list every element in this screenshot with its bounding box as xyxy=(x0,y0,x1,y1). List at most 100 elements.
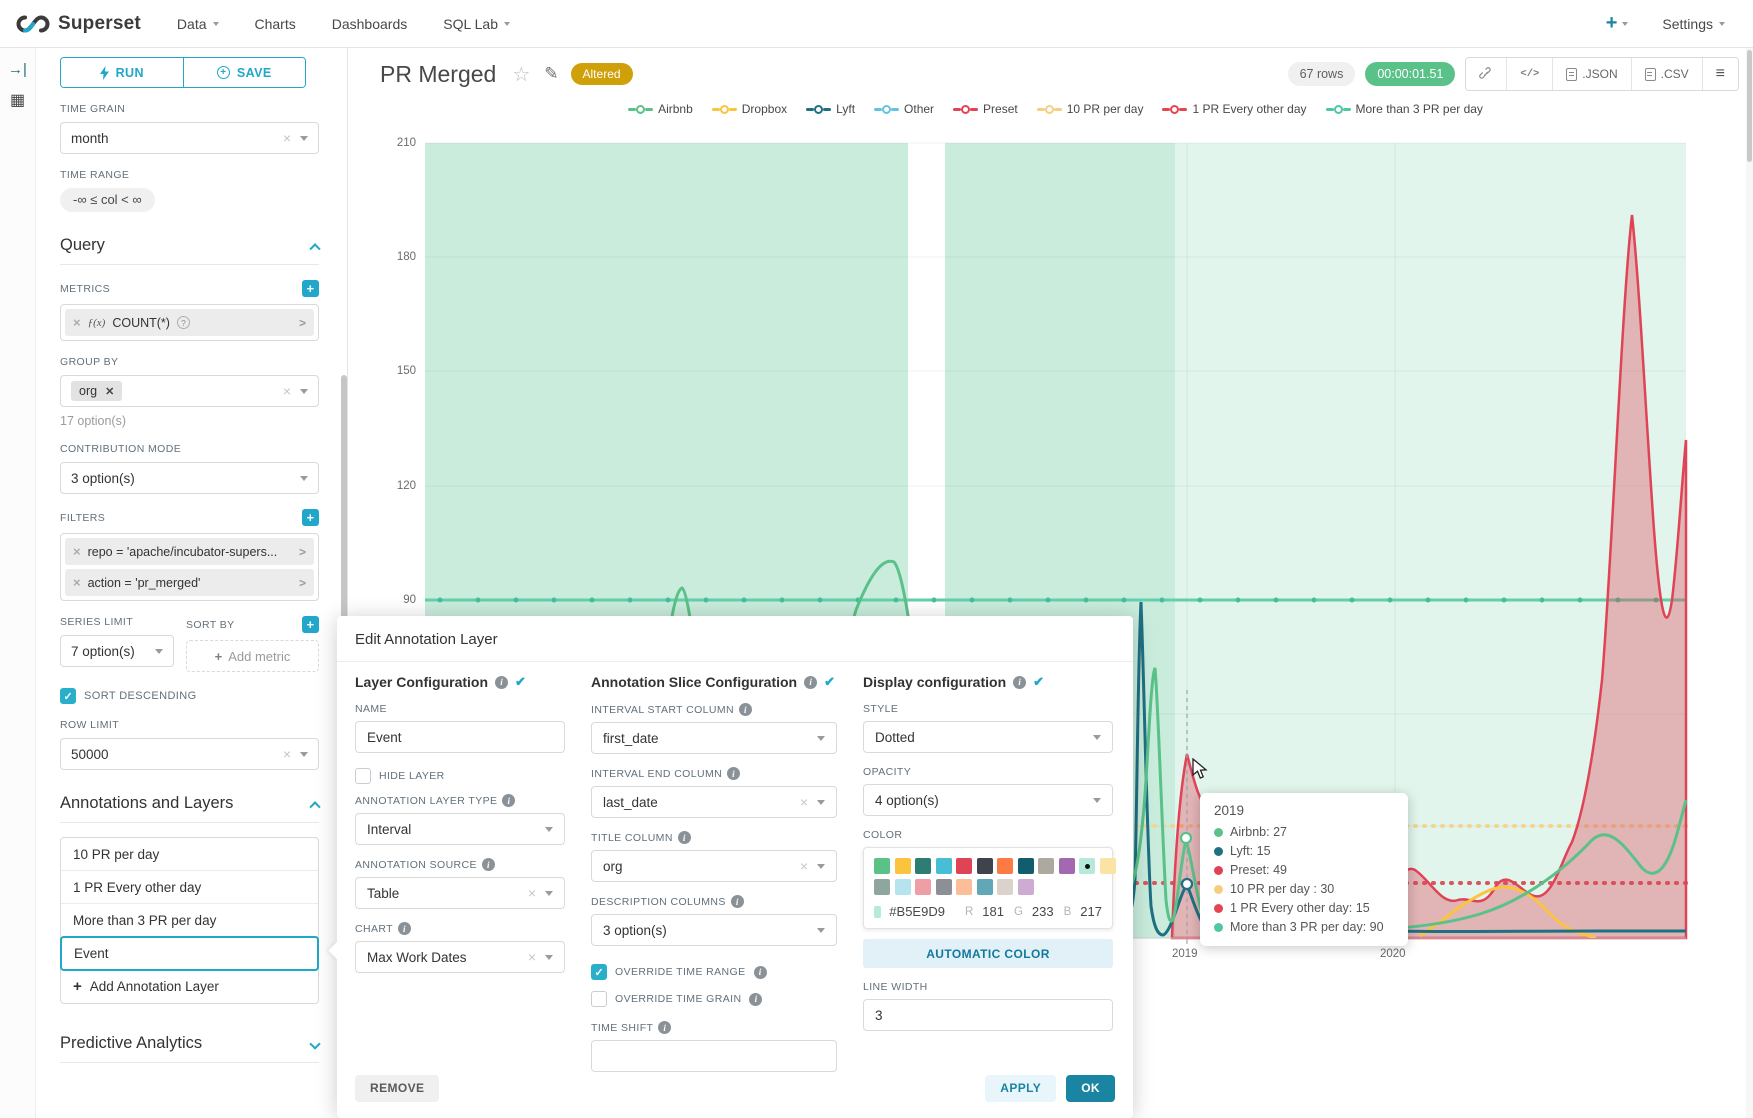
expand-caret-icon[interactable]: > xyxy=(299,545,306,559)
checkbox-unchecked-icon[interactable] xyxy=(355,768,371,784)
legend-item[interactable]: More than 3 PR per day xyxy=(1326,102,1483,116)
annotation-layer-item[interactable]: More than 3 PR per day xyxy=(61,904,318,937)
filter-chip[interactable]: × action = 'pr_merged' > xyxy=(65,569,314,596)
annotation-layer-item[interactable]: 10 PR per day xyxy=(61,838,318,871)
info-icon[interactable]: i xyxy=(731,895,744,908)
export-json-button[interactable]: .JSON xyxy=(1553,58,1631,90)
remove-icon[interactable]: × xyxy=(73,575,81,590)
line-width-input[interactable]: 3 xyxy=(863,999,1113,1031)
annotation-layer-item[interactable]: 1 PR Every other day xyxy=(61,871,318,904)
info-icon[interactable]: i xyxy=(398,922,411,935)
group-by-select[interactable]: org✕ × xyxy=(60,375,319,407)
color-swatch[interactable] xyxy=(874,879,890,895)
clear-icon[interactable]: × xyxy=(283,130,291,146)
checkbox-unchecked-icon[interactable] xyxy=(591,991,607,1007)
add-sort-metric-button[interactable]: + xyxy=(302,616,319,633)
g-value[interactable]: 233 xyxy=(1032,904,1054,919)
clear-icon[interactable]: × xyxy=(283,383,291,399)
nav-item-sqllab[interactable]: SQL Lab xyxy=(443,16,510,32)
clear-icon[interactable]: × xyxy=(528,949,536,965)
title-column-select[interactable]: org × xyxy=(591,850,837,882)
info-icon[interactable]: i xyxy=(749,993,762,1006)
nav-item-charts[interactable]: Charts xyxy=(255,16,296,32)
favorite-star-icon[interactable]: ☆ xyxy=(512,62,530,87)
sort-by-input[interactable]: +Add metric xyxy=(186,640,319,672)
info-icon[interactable]: i xyxy=(678,831,691,844)
filter-chip[interactable]: × repo = 'apache/incubator-supers... > xyxy=(65,538,314,565)
description-columns-select[interactable]: 3 option(s) xyxy=(591,914,837,946)
legend-item[interactable]: 10 PR per day xyxy=(1037,102,1144,116)
add-metric-button[interactable]: + xyxy=(302,280,319,297)
annotation-source-select[interactable]: Table × xyxy=(355,877,565,909)
info-icon[interactable]: i xyxy=(727,767,740,780)
clear-icon[interactable]: × xyxy=(800,858,808,874)
query-section-header[interactable]: Query xyxy=(60,236,319,255)
info-icon[interactable]: i xyxy=(739,703,752,716)
group-by-chip[interactable]: org✕ xyxy=(71,381,122,401)
color-swatch[interactable] xyxy=(895,879,911,895)
color-swatch[interactable] xyxy=(1018,879,1034,895)
series-limit-select[interactable]: 7 option(s) xyxy=(60,635,174,667)
override-time-grain-checkbox[interactable]: OVERRIDE TIME GRAIN i xyxy=(591,991,837,1007)
info-icon[interactable]: i xyxy=(804,676,817,689)
hide-layer-checkbox[interactable]: HIDE LAYER xyxy=(355,768,565,784)
info-icon[interactable]: i xyxy=(658,1021,671,1034)
embed-code-button[interactable]: </> xyxy=(1507,58,1553,90)
time-range-pill[interactable]: -∞ ≤ col < ∞ xyxy=(60,188,155,212)
color-swatch[interactable] xyxy=(874,858,890,874)
superset-logo[interactable]: Superset xyxy=(16,13,141,35)
color-swatch[interactable] xyxy=(1100,858,1116,874)
info-icon[interactable]: i xyxy=(1013,676,1026,689)
color-swatch[interactable] xyxy=(915,879,931,895)
chart-menu-button[interactable]: ≡ xyxy=(1703,58,1738,90)
expand-caret-icon[interactable]: > xyxy=(299,576,306,590)
color-swatch[interactable] xyxy=(977,858,993,874)
share-link-button[interactable] xyxy=(1466,58,1507,90)
settings-menu[interactable]: Settings xyxy=(1662,16,1725,32)
color-swatch[interactable] xyxy=(997,858,1013,874)
style-select[interactable]: Dotted xyxy=(863,721,1113,753)
expand-caret-icon[interactable]: > xyxy=(299,316,306,330)
info-icon[interactable]: i xyxy=(754,966,767,979)
color-swatch[interactable] xyxy=(1018,858,1034,874)
hex-value[interactable]: #B5E9D9 xyxy=(889,904,945,919)
collapse-panel-icon[interactable]: →| xyxy=(8,62,27,77)
add-annotation-layer-button[interactable]: + Add Annotation Layer xyxy=(61,970,318,1003)
ok-button[interactable]: OK xyxy=(1066,1075,1115,1102)
clear-icon[interactable]: × xyxy=(528,885,536,901)
nav-item-dashboards[interactable]: Dashboards xyxy=(332,16,408,32)
checkbox-checked-icon[interactable] xyxy=(60,688,76,704)
legend-item[interactable]: Dropbox xyxy=(712,102,787,116)
run-button[interactable]: RUN xyxy=(61,58,183,87)
color-swatch[interactable] xyxy=(936,879,952,895)
metric-chip[interactable]: × ƒ(x) COUNT(*) ? > xyxy=(65,309,314,336)
automatic-color-button[interactable]: AUTOMATIC COLOR xyxy=(863,939,1113,968)
color-swatch[interactable] xyxy=(977,879,993,895)
color-swatch[interactable] xyxy=(997,879,1013,895)
add-filter-button[interactable]: + xyxy=(302,509,319,526)
annotation-layer-type-select[interactable]: Interval xyxy=(355,813,565,845)
save-button[interactable]: + SAVE xyxy=(184,58,306,87)
predictive-section-header[interactable]: Predictive Analytics xyxy=(60,1034,319,1053)
clear-icon[interactable]: × xyxy=(283,746,291,762)
export-csv-button[interactable]: .CSV xyxy=(1632,58,1703,90)
interval-end-select[interactable]: last_date × xyxy=(591,786,837,818)
info-icon[interactable]: i xyxy=(502,794,515,807)
time-grain-select[interactable]: month × xyxy=(60,122,319,154)
clear-icon[interactable]: × xyxy=(800,794,808,810)
legend-item[interactable]: Other xyxy=(874,102,934,116)
color-swatch[interactable] xyxy=(1059,858,1075,874)
datasource-grid-icon[interactable]: ▦ xyxy=(10,93,25,109)
remove-icon[interactable]: × xyxy=(73,544,81,559)
legend-item[interactable]: 1 PR Every other day xyxy=(1162,102,1306,116)
color-swatch[interactable] xyxy=(956,879,972,895)
apply-button[interactable]: APPLY xyxy=(985,1075,1056,1102)
r-value[interactable]: 181 xyxy=(982,904,1004,919)
sort-descending-checkbox[interactable]: SORT DESCENDING xyxy=(60,688,319,704)
new-item-button[interactable]: + xyxy=(1606,12,1629,35)
edit-properties-icon[interactable]: ✎ xyxy=(544,64,558,84)
color-swatch[interactable] xyxy=(1038,858,1054,874)
color-swatch[interactable] xyxy=(915,858,931,874)
info-icon[interactable]: i xyxy=(495,676,508,689)
remove-icon[interactable]: × xyxy=(73,315,81,330)
